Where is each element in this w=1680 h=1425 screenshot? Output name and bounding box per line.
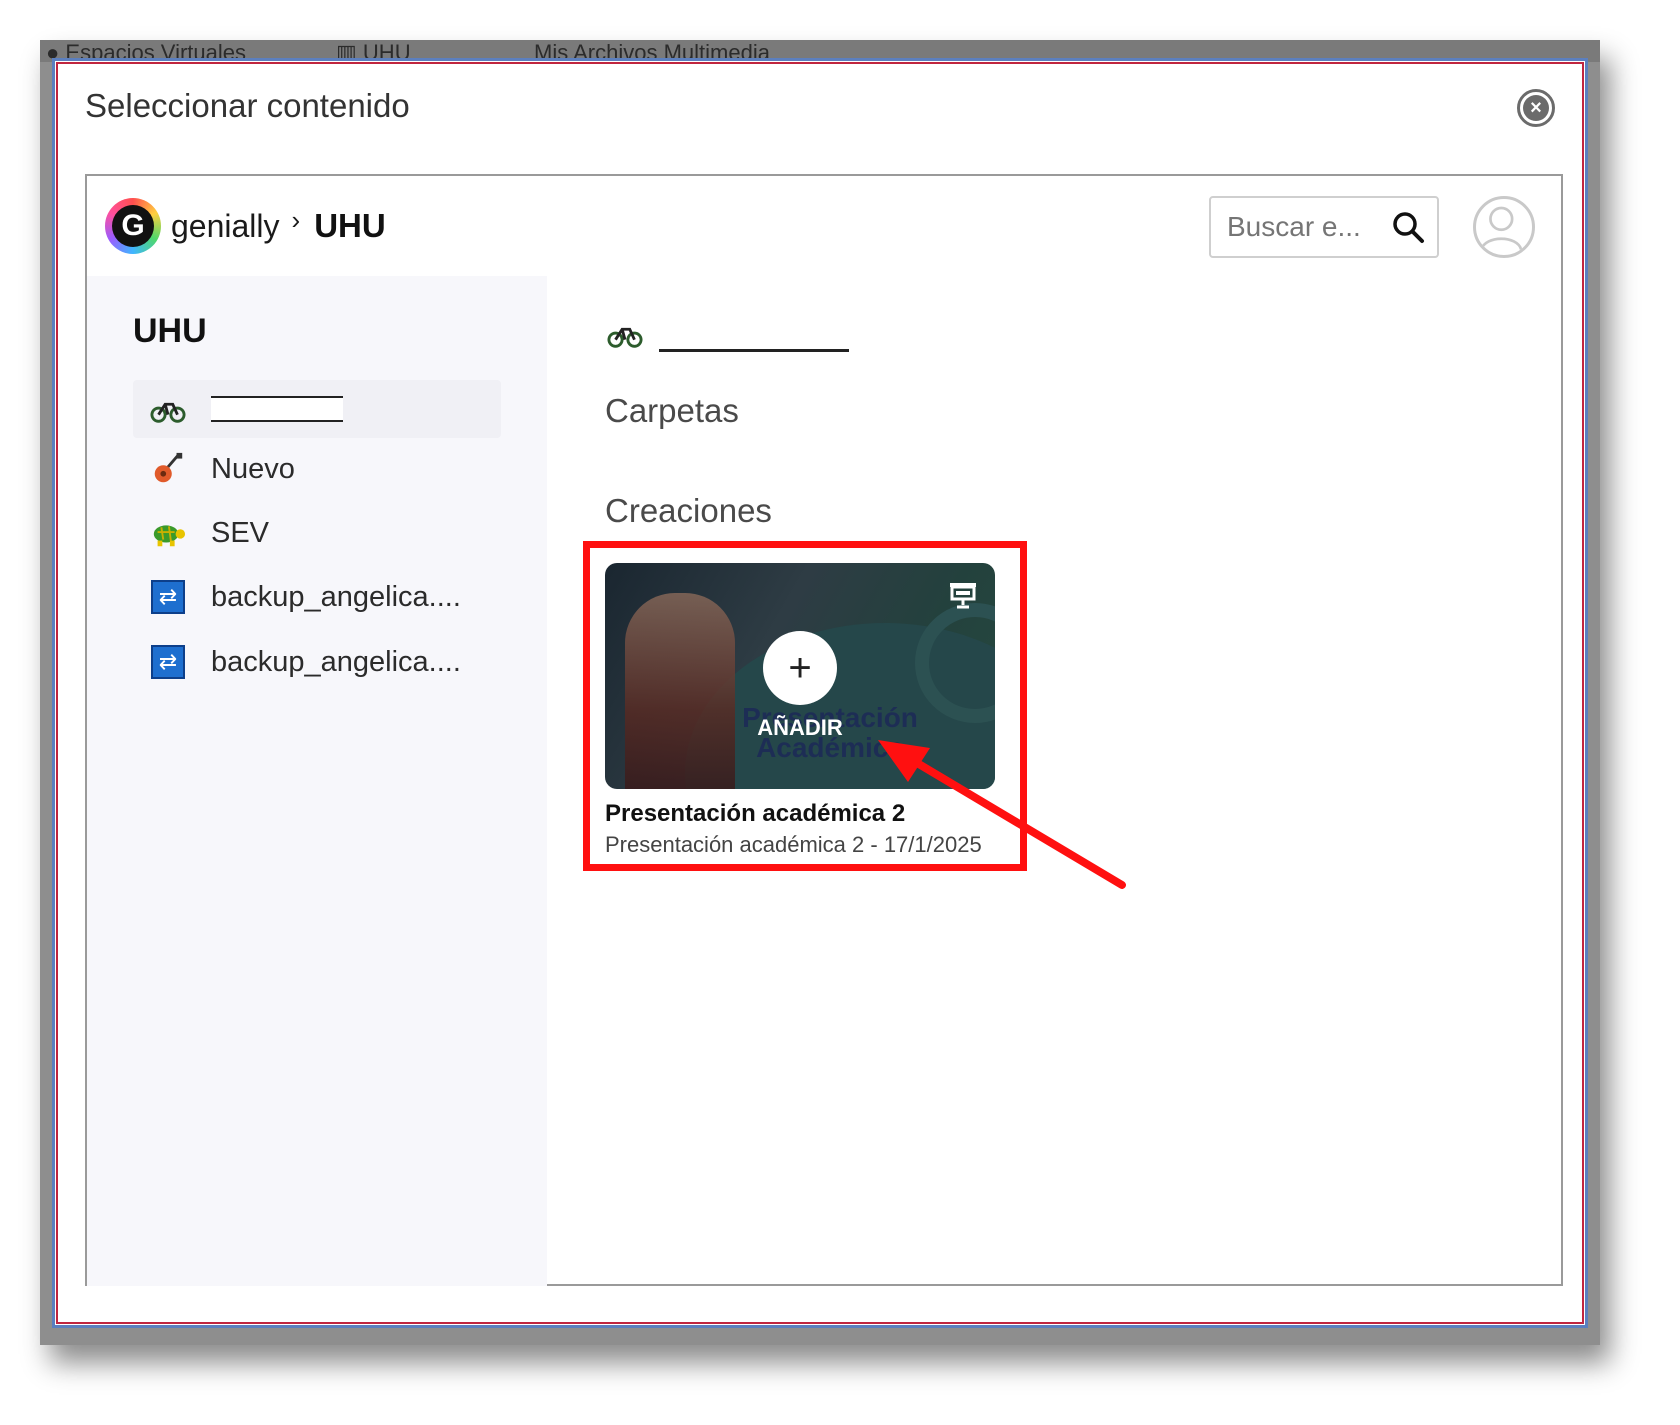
main-content: Carpetas Creaciones Presentación Académi… <box>547 276 1561 1286</box>
current-folder-title <box>607 316 849 357</box>
dialog-title: Seleccionar contenido <box>85 87 410 124</box>
close-icon: × <box>1523 95 1549 121</box>
sync-icon: ⇄ <box>149 578 187 616</box>
presentation-icon <box>950 583 976 609</box>
sync-icon: ⇄ <box>149 643 187 681</box>
avatar[interactable] <box>1473 196 1535 258</box>
add-button[interactable]: + <box>763 631 837 705</box>
user-icon <box>1480 206 1523 251</box>
sidebar-item-label: Nuevo <box>211 452 295 485</box>
folders-heading: Carpetas <box>605 392 739 429</box>
sidebar-item-backup-1[interactable]: ⇄ backup_angelica.... <box>133 568 501 626</box>
graduate-image <box>625 593 735 789</box>
sidebar-item-label: SEV <box>211 516 270 549</box>
search-input[interactable] <box>1227 211 1377 243</box>
creation-card-title[interactable]: Presentación académica 2 <box>605 800 905 828</box>
sidebar-item-personal[interactable] <box>133 380 501 438</box>
sidebar-item-label: backup_angelica.... <box>211 645 461 678</box>
breadcrumb[interactable]: UHU <box>314 207 386 245</box>
sidebar-item-backup-2[interactable]: ⇄ backup_angelica.... <box>133 633 501 691</box>
sidebar-item-label-redacted <box>211 398 343 420</box>
close-button[interactable]: × <box>1517 89 1555 127</box>
bicycle-icon <box>149 390 187 428</box>
guitar-icon <box>149 450 187 488</box>
brand-name: genially <box>171 207 280 244</box>
genially-header: G genially › UHU <box>105 198 386 254</box>
plus-icon: + <box>788 645 812 690</box>
sidebar-title: UHU <box>133 312 207 350</box>
genially-logo-icon: G <box>105 198 161 254</box>
add-button-label[interactable]: AÑADIR <box>735 715 865 741</box>
folder-title-redacted <box>659 321 849 352</box>
sidebar: UHU Nuevo SEV ⇄ backup_angelica.... ⇄ ba… <box>87 276 547 1286</box>
creations-heading: Creaciones <box>605 492 772 529</box>
sidebar-item-label: backup_angelica.... <box>211 580 461 613</box>
select-content-dialog: Seleccionar contenido × G genially › UHU <box>52 58 1588 1328</box>
bicycle-icon <box>607 316 643 357</box>
search-box[interactable] <box>1209 196 1439 258</box>
genially-embed-frame: G genially › UHU UHU <box>85 174 1563 1286</box>
sidebar-item-sev[interactable]: SEV <box>133 504 501 562</box>
sidebar-item-nuevo[interactable]: Nuevo <box>133 440 501 498</box>
search-icon[interactable] <box>1391 210 1425 244</box>
creation-card-thumbnail[interactable]: Presentación Académica + AÑADIR <box>605 563 995 789</box>
creation-card-subtitle: Presentación académica 2 - 17/1/2025 <box>605 832 982 857</box>
turtle-icon <box>149 514 187 552</box>
chevron-right-icon: › <box>291 204 301 235</box>
